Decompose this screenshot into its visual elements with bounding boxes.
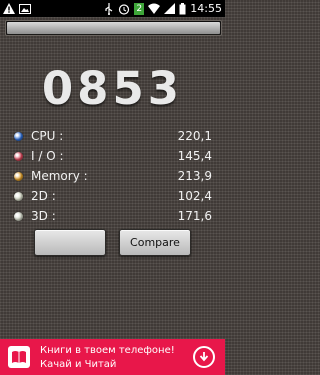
download-icon[interactable] (193, 346, 215, 368)
status-bar: 2 14:55 (0, 0, 225, 17)
metric-label: I / O : (31, 149, 64, 163)
usb-icon (104, 2, 114, 15)
metric-label: Memory : (31, 169, 88, 183)
notification-badge-icon: 2 (134, 2, 145, 15)
clock-time: 14:55 (190, 2, 222, 15)
ad-subtitle: Качай и Читай (40, 359, 117, 370)
total-score: 0853 (41, 62, 184, 115)
metrics-list: CPU : 220,1 I / O : 145,4 Memory : 213,9… (0, 126, 225, 226)
battery-icon (179, 2, 186, 15)
io-dot-icon (14, 151, 23, 161)
metric-value: 102,4 (177, 189, 212, 203)
cpu-dot-icon (14, 131, 23, 141)
compare-button[interactable]: Compare (119, 229, 191, 256)
start-button[interactable] (34, 229, 106, 256)
metric-value: 171,6 (177, 209, 212, 223)
metric-value: 145,4 (177, 149, 212, 163)
wifi-icon (148, 3, 161, 14)
metric-2d: 2D : 102,4 (0, 186, 225, 206)
metric-3d: 3D : 171,6 (0, 206, 225, 226)
warning-icon (3, 3, 15, 14)
alarm-icon (118, 3, 130, 15)
metric-memory: Memory : 213,9 (0, 166, 225, 186)
image-icon (19, 3, 31, 14)
metric-value: 213,9 (177, 169, 212, 183)
ad-headline: Книги в твоем телефоне! (40, 345, 175, 356)
metric-label: CPU : (31, 129, 64, 143)
progress-fill (7, 22, 220, 34)
ad-banner[interactable]: Книги в твоем телефоне! Качай и Читай (0, 339, 225, 375)
3d-dot-icon (14, 211, 23, 221)
metric-cpu: CPU : 220,1 (0, 126, 225, 146)
benchmark-progress-bar (5, 20, 222, 36)
2d-dot-icon (14, 191, 23, 201)
signal-icon (164, 3, 176, 14)
metric-label: 2D : (31, 189, 56, 203)
metric-io: I / O : 145,4 (0, 146, 225, 166)
memory-dot-icon (14, 171, 23, 181)
book-logo-icon (8, 346, 30, 368)
metric-value: 220,1 (177, 129, 212, 143)
metric-label: 3D : (31, 209, 56, 223)
